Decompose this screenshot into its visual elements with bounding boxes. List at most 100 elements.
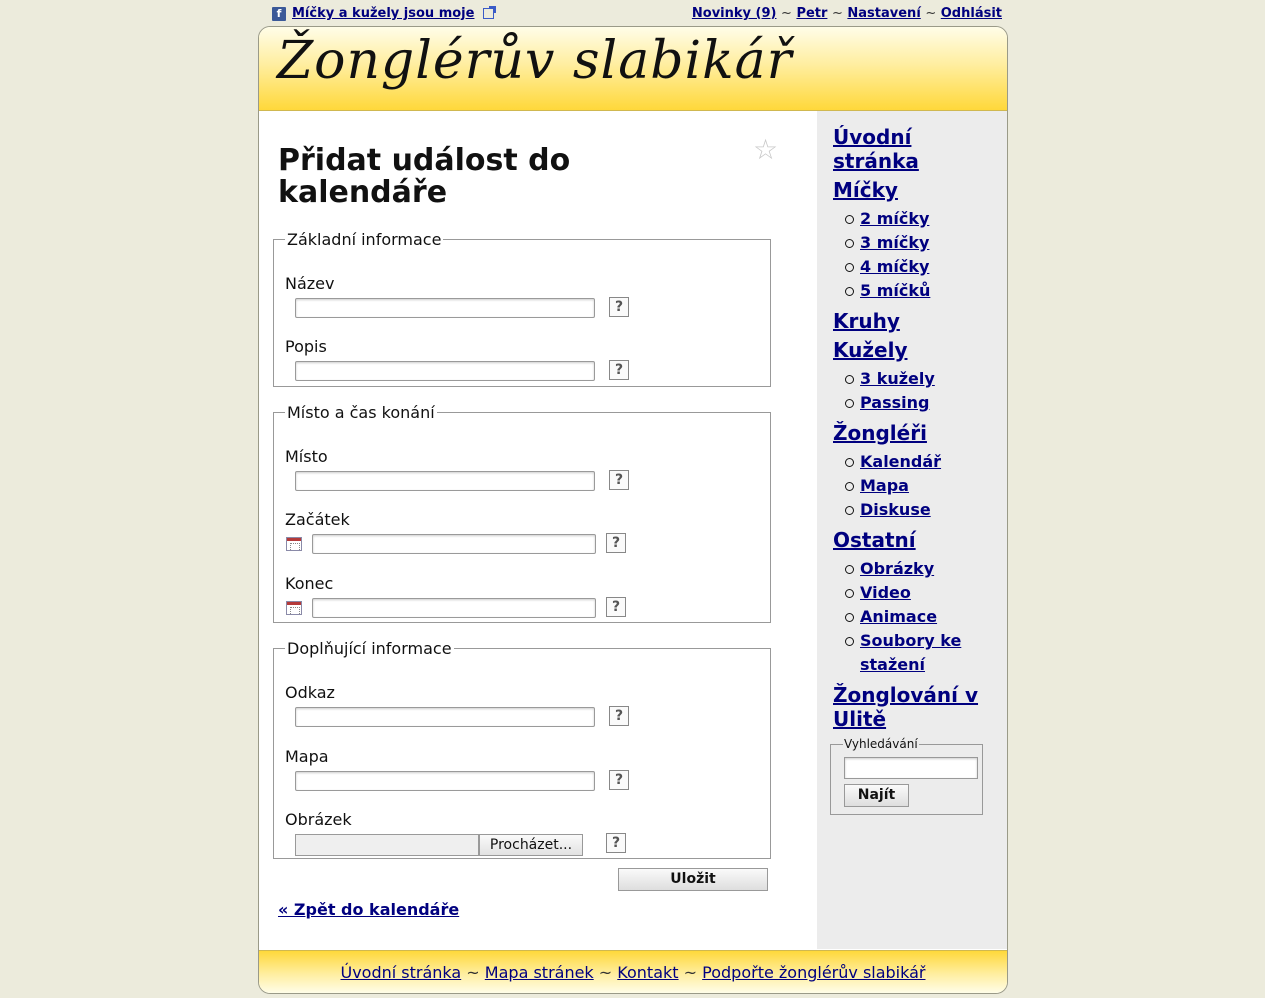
map-help-button[interactable]: ? [609,770,629,790]
nav-clubs-list: 3 kužely Passing [833,367,1003,415]
list-item: Video [845,581,1003,605]
settings-link[interactable]: Nastavení [847,6,920,21]
user-menu: Novinky (9) ~ Petr ~ Nastavení ~ Odhlási… [692,6,1002,21]
link-label: Odkaz [285,683,335,702]
end-input[interactable] [312,598,596,618]
separator: ~ [781,6,792,21]
nav-balls-list: 2 míčky 3 míčky 4 míčky 5 míčků [833,207,1003,303]
start-help-button[interactable]: ? [606,533,626,553]
nav-discussion[interactable]: Diskuse [860,500,931,519]
nav-downloads[interactable]: Soubory ke stažení [860,631,961,674]
nav-animations[interactable]: Animace [860,607,937,626]
basic-info-legend: Základní informace [287,230,442,249]
search-button[interactable]: Najít [844,784,909,807]
list-item: Kalendář [845,450,1003,474]
map-input[interactable] [295,771,595,791]
place-input[interactable] [295,471,595,491]
header: Žonglérův slabikář [259,27,1007,111]
image-file-field[interactable] [295,834,479,856]
list-item: Passing [845,391,1003,415]
name-label: Název [285,274,335,293]
map-label: Mapa [285,747,329,766]
footer-sitemap-link[interactable]: Mapa stránek [485,963,594,982]
nav-clubs[interactable]: Kužely [833,338,1003,362]
basic-info-fieldset: Základní informace Název ? Popis ? [273,230,771,387]
separator: ~ [598,963,613,982]
calendar-icon[interactable] [286,537,302,551]
top-bar: f Míčky a kužely jsou moje Novinky (9) ~… [272,6,1002,24]
nav-other[interactable]: Ostatní [833,528,1003,552]
separator: ~ [925,6,937,21]
start-input[interactable] [312,534,596,554]
news-link[interactable]: Novinky (9) [692,6,777,21]
footer: Úvodní stránka ~ Mapa stránek ~ Kontakt … [259,950,1007,993]
place-time-fieldset: Místo a čas konání Místo ? Začátek ? Kon… [273,403,771,623]
search-input[interactable] [844,757,978,779]
nav-pictures[interactable]: Obrázky [860,559,934,578]
description-help-button[interactable]: ? [609,360,629,380]
facebook-icon: f [272,6,286,21]
facebook-link[interactable]: Míčky a kužely jsou moje [292,6,474,21]
logout-link[interactable]: Odhlásit [941,6,1002,21]
footer-support-link[interactable]: Podpořte žonglérův slabikář [702,963,925,982]
nav-rings[interactable]: Kruhy [833,309,1003,333]
list-item: Diskuse [845,498,1003,522]
nav-calendar[interactable]: Kalendář [860,452,941,471]
nav-3-balls[interactable]: 3 míčky [860,233,929,252]
nav-balls[interactable]: Míčky [833,178,1003,202]
end-help-button[interactable]: ? [606,597,626,617]
footer-contact-link[interactable]: Kontakt [617,963,678,982]
nav-map[interactable]: Mapa [860,476,909,495]
nav-3-clubs[interactable]: 3 kužely [860,369,935,388]
nav-2-balls[interactable]: 2 míčky [860,209,929,228]
back-to-calendar-link[interactable]: « Zpět do kalendáře [278,900,459,919]
page-title: Přidat událost do kalendáře [278,143,571,210]
place-help-button[interactable]: ? [609,470,629,490]
name-input[interactable] [295,298,595,318]
list-item: 2 míčky [845,207,1003,231]
nav-video[interactable]: Video [860,583,911,602]
list-item: Soubory ke stažení [845,629,1003,677]
list-item: 3 míčky [845,231,1003,255]
end-label: Konec [285,574,334,593]
browse-button[interactable]: Procházet... [479,834,583,856]
save-button[interactable]: Uložit [618,868,768,891]
nav-5-balls[interactable]: 5 míčků [860,281,930,300]
page-frame: Žonglérův slabikář Přidat událost do kal… [258,26,1008,994]
main-content: Přidat událost do kalendáře ☆ Základní i… [259,111,817,949]
search-legend: Vyhledávání [844,737,918,751]
place-label: Místo [285,447,328,466]
external-link-icon [483,6,497,19]
nav-home[interactable]: Úvodní stránka [833,125,1003,173]
footer-home-link[interactable]: Úvodní stránka [340,963,461,982]
list-item: Mapa [845,474,1003,498]
star-icon[interactable]: ☆ [753,133,778,166]
sidebar: Úvodní stránka Míčky 2 míčky 3 míčky 4 m… [817,111,1007,949]
site-logo[interactable]: Žonglérův slabikář [277,31,792,91]
nav-4-balls[interactable]: 4 míčky [860,257,929,276]
facebook-link-group: f Míčky a kužely jsou moje [272,6,497,21]
name-help-button[interactable]: ? [609,297,629,317]
description-label: Popis [285,337,327,356]
nav-jugglers-list: Kalendář Mapa Diskuse [833,450,1003,522]
user-link[interactable]: Petr [796,6,827,21]
image-help-button[interactable]: ? [606,833,626,853]
list-item: 3 kužely [845,367,1003,391]
image-label: Obrázek [285,810,352,829]
nav-jugglers[interactable]: Žongléři [833,421,1003,445]
separator: ~ [831,6,843,21]
extra-info-fieldset: Doplňující informace Odkaz ? Mapa ? Obrá… [273,639,771,859]
start-label: Začátek [285,510,350,529]
search-fieldset: Vyhledávání Najít [830,737,983,815]
nav-street-juggling[interactable]: Žonglování v Ulitě [833,683,1003,731]
link-help-button[interactable]: ? [609,706,629,726]
list-item: 5 míčků [845,279,1003,303]
calendar-icon[interactable] [286,601,302,615]
extra-info-legend: Doplňující informace [287,639,452,658]
description-input[interactable] [295,361,595,381]
separator: ~ [466,963,480,982]
sidebar-nav: Úvodní stránka Míčky 2 míčky 3 míčky 4 m… [833,125,1003,736]
link-input[interactable] [295,707,595,727]
nav-passing[interactable]: Passing [860,393,929,412]
list-item: Animace [845,605,1003,629]
